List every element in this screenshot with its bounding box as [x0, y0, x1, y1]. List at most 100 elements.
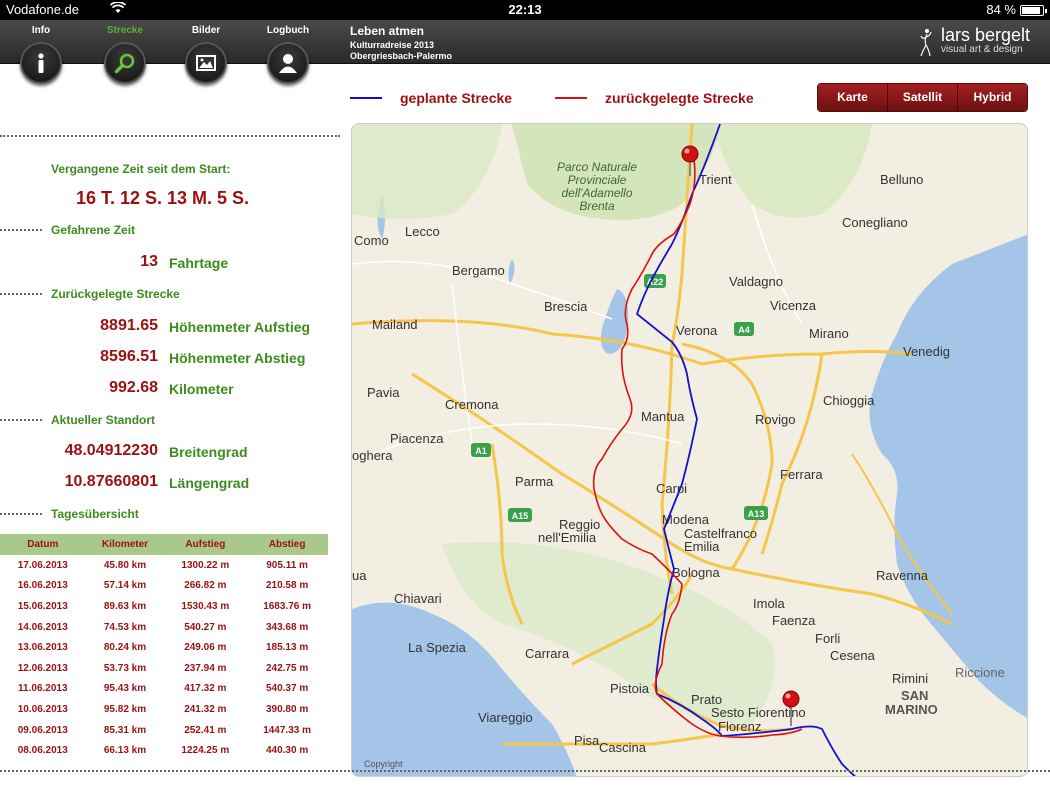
city-label: Cesena	[830, 648, 876, 663]
city-label: Ferrara	[780, 467, 823, 482]
distance-label: Zurückgelegte Strecke	[51, 287, 180, 301]
project-info: Leben atmen Kulturradreise 2013 Obergrie…	[350, 24, 452, 61]
city-label: SAN	[901, 688, 928, 703]
cell-descent: 390.80 m	[265, 703, 309, 715]
table-row: 16.06.2013 57.14 km 266.82 m 210.58 m	[0, 576, 328, 597]
city-label: Mirano	[809, 326, 849, 341]
table-row: 11.06.2013 95.43 km 417.32 m 540.37 m	[0, 679, 328, 700]
road-a22: A22	[644, 274, 666, 288]
cell-km: 89.63 km	[103, 600, 147, 612]
table-row: 10.06.2013 95.82 km 241.32 m 390.80 m	[0, 699, 328, 720]
table-row: 08.06.2013 66.13 km 1224.25 m 440.30 m	[0, 740, 328, 761]
col-ascent: Aufstieg	[164, 534, 247, 555]
elapsed-value: 16 T. 12 S. 13 M. 5 S.	[75, 188, 250, 208]
clock: 22:13	[508, 2, 542, 17]
cell-km: 85.31 km	[103, 724, 147, 736]
cell-ascent: 241.32 m	[184, 703, 227, 715]
nav-route-label: Strecke	[106, 25, 144, 36]
city-label: Viareggio	[478, 710, 533, 725]
divider	[0, 293, 42, 295]
cell-descent: 1447.33 m	[263, 724, 312, 736]
status-bar: Vodafone.de 22:13 84 %	[0, 0, 1050, 20]
city-label: Florenz	[718, 719, 761, 734]
km-unit: Kilometer	[169, 381, 234, 397]
map-type-selector[interactable]: Karte Satellit Hybrid	[817, 83, 1028, 112]
map-type-hybrid[interactable]: Hybrid	[957, 84, 1027, 111]
city-label: Chioggia	[823, 393, 875, 408]
road-a13: A13	[744, 506, 768, 520]
daily-overview-label: Tagesübersicht	[51, 507, 139, 521]
ascent-value: 8891.65	[100, 317, 158, 334]
nav-logbook-button[interactable]: Logbuch	[248, 20, 328, 90]
nav-info-button[interactable]: Info	[1, 20, 81, 90]
road-a4: A4	[734, 322, 754, 336]
cell-date: 17.06.2013	[17, 559, 68, 571]
cell-date: 12.06.2013	[17, 662, 68, 674]
divider	[0, 770, 1050, 772]
city-label: Belluno	[880, 172, 923, 187]
table-row: 14.06.2013 74.53 km 540.27 m 343.68 m	[0, 617, 328, 638]
park-label: Brenta	[579, 199, 615, 213]
cell-km: 74.53 km	[103, 621, 147, 633]
city-label: Carrara	[525, 646, 570, 661]
city-label: nell'Emilia	[538, 530, 597, 545]
cell-date: 15.06.2013	[17, 600, 68, 612]
legend-traveled-label: zurückgelegte Strecke	[605, 90, 754, 106]
cell-ascent: 1300.22 m	[181, 559, 230, 571]
city-label: Rimini	[892, 671, 928, 686]
ride-days-unit: Fahrtage	[169, 255, 229, 271]
info-icon	[20, 42, 62, 84]
cell-km: 45.80 km	[103, 559, 147, 571]
cell-date: 09.06.2013	[17, 724, 68, 736]
map-type-satellite[interactable]: Satellit	[887, 84, 957, 111]
city-label: Lecco	[405, 224, 440, 239]
km-value: 992.68	[109, 379, 158, 396]
cell-date: 13.06.2013	[17, 642, 68, 654]
nav-route-button[interactable]: Strecke	[85, 20, 165, 90]
project-title: Leben atmen	[350, 24, 425, 38]
ascent-unit: Höhenmeter Aufstieg	[169, 319, 311, 335]
table-row: 12.06.2013 53.73 km 237.94 m 242.75 m	[0, 658, 328, 679]
cell-descent: 540.37 m	[265, 683, 309, 695]
city-label: MARINO	[885, 702, 938, 717]
divider	[0, 513, 42, 515]
cell-date: 16.06.2013	[17, 580, 68, 592]
cell-date: 14.06.2013	[17, 621, 68, 633]
col-km: Kilometer	[85, 534, 165, 555]
city-label: Imola	[753, 596, 786, 611]
descent-value: 8596.51	[100, 348, 158, 365]
search-icon	[104, 42, 146, 84]
city-label: Pistoia	[610, 681, 650, 696]
cell-km: 66.13 km	[103, 745, 147, 757]
cell-date: 10.06.2013	[17, 703, 68, 715]
city-label: Pisa	[574, 733, 600, 748]
city-label: Conegliano	[842, 215, 908, 230]
city-label: Emilia	[684, 539, 720, 554]
svg-text:A1: A1	[475, 446, 487, 456]
cell-descent: 185.13 m	[265, 642, 309, 654]
map-type-map[interactable]: Karte	[818, 84, 887, 111]
svg-text:A15: A15	[512, 511, 529, 521]
latitude-unit: Breitengrad	[169, 444, 248, 460]
city-label: Bologna	[672, 565, 720, 580]
cell-descent: 343.68 m	[265, 621, 309, 633]
cell-descent: 242.75 m	[265, 662, 309, 674]
longitude-unit: Längengrad	[169, 475, 250, 491]
city-label: Valdagno	[729, 274, 783, 289]
cell-ascent: 266.82 m	[184, 580, 227, 592]
cell-descent: 440.30 m	[265, 745, 309, 757]
project-route: Obergriesbach-Palermo	[350, 51, 453, 61]
city-label: Vicenza	[770, 298, 817, 313]
cell-ascent: 540.27 m	[184, 621, 227, 633]
app-header: Info Strecke Bilder Logbuch Leben atmen …	[0, 20, 1050, 84]
person-icon	[267, 42, 309, 84]
divider	[0, 419, 42, 421]
nav-info-label: Info	[31, 25, 51, 36]
battery-percent: 84 %	[986, 2, 1016, 17]
city-label: Como	[354, 233, 389, 248]
location-label: Aktueller Standort	[51, 413, 156, 427]
nav-pictures-button[interactable]: Bilder	[166, 20, 246, 90]
city-label: Forli	[815, 631, 840, 646]
route-map[interactable]: A22 A4 A1 A15 A13 Parco Naturale Provinc…	[351, 123, 1028, 777]
legend-planned: geplante Strecke	[350, 90, 512, 106]
